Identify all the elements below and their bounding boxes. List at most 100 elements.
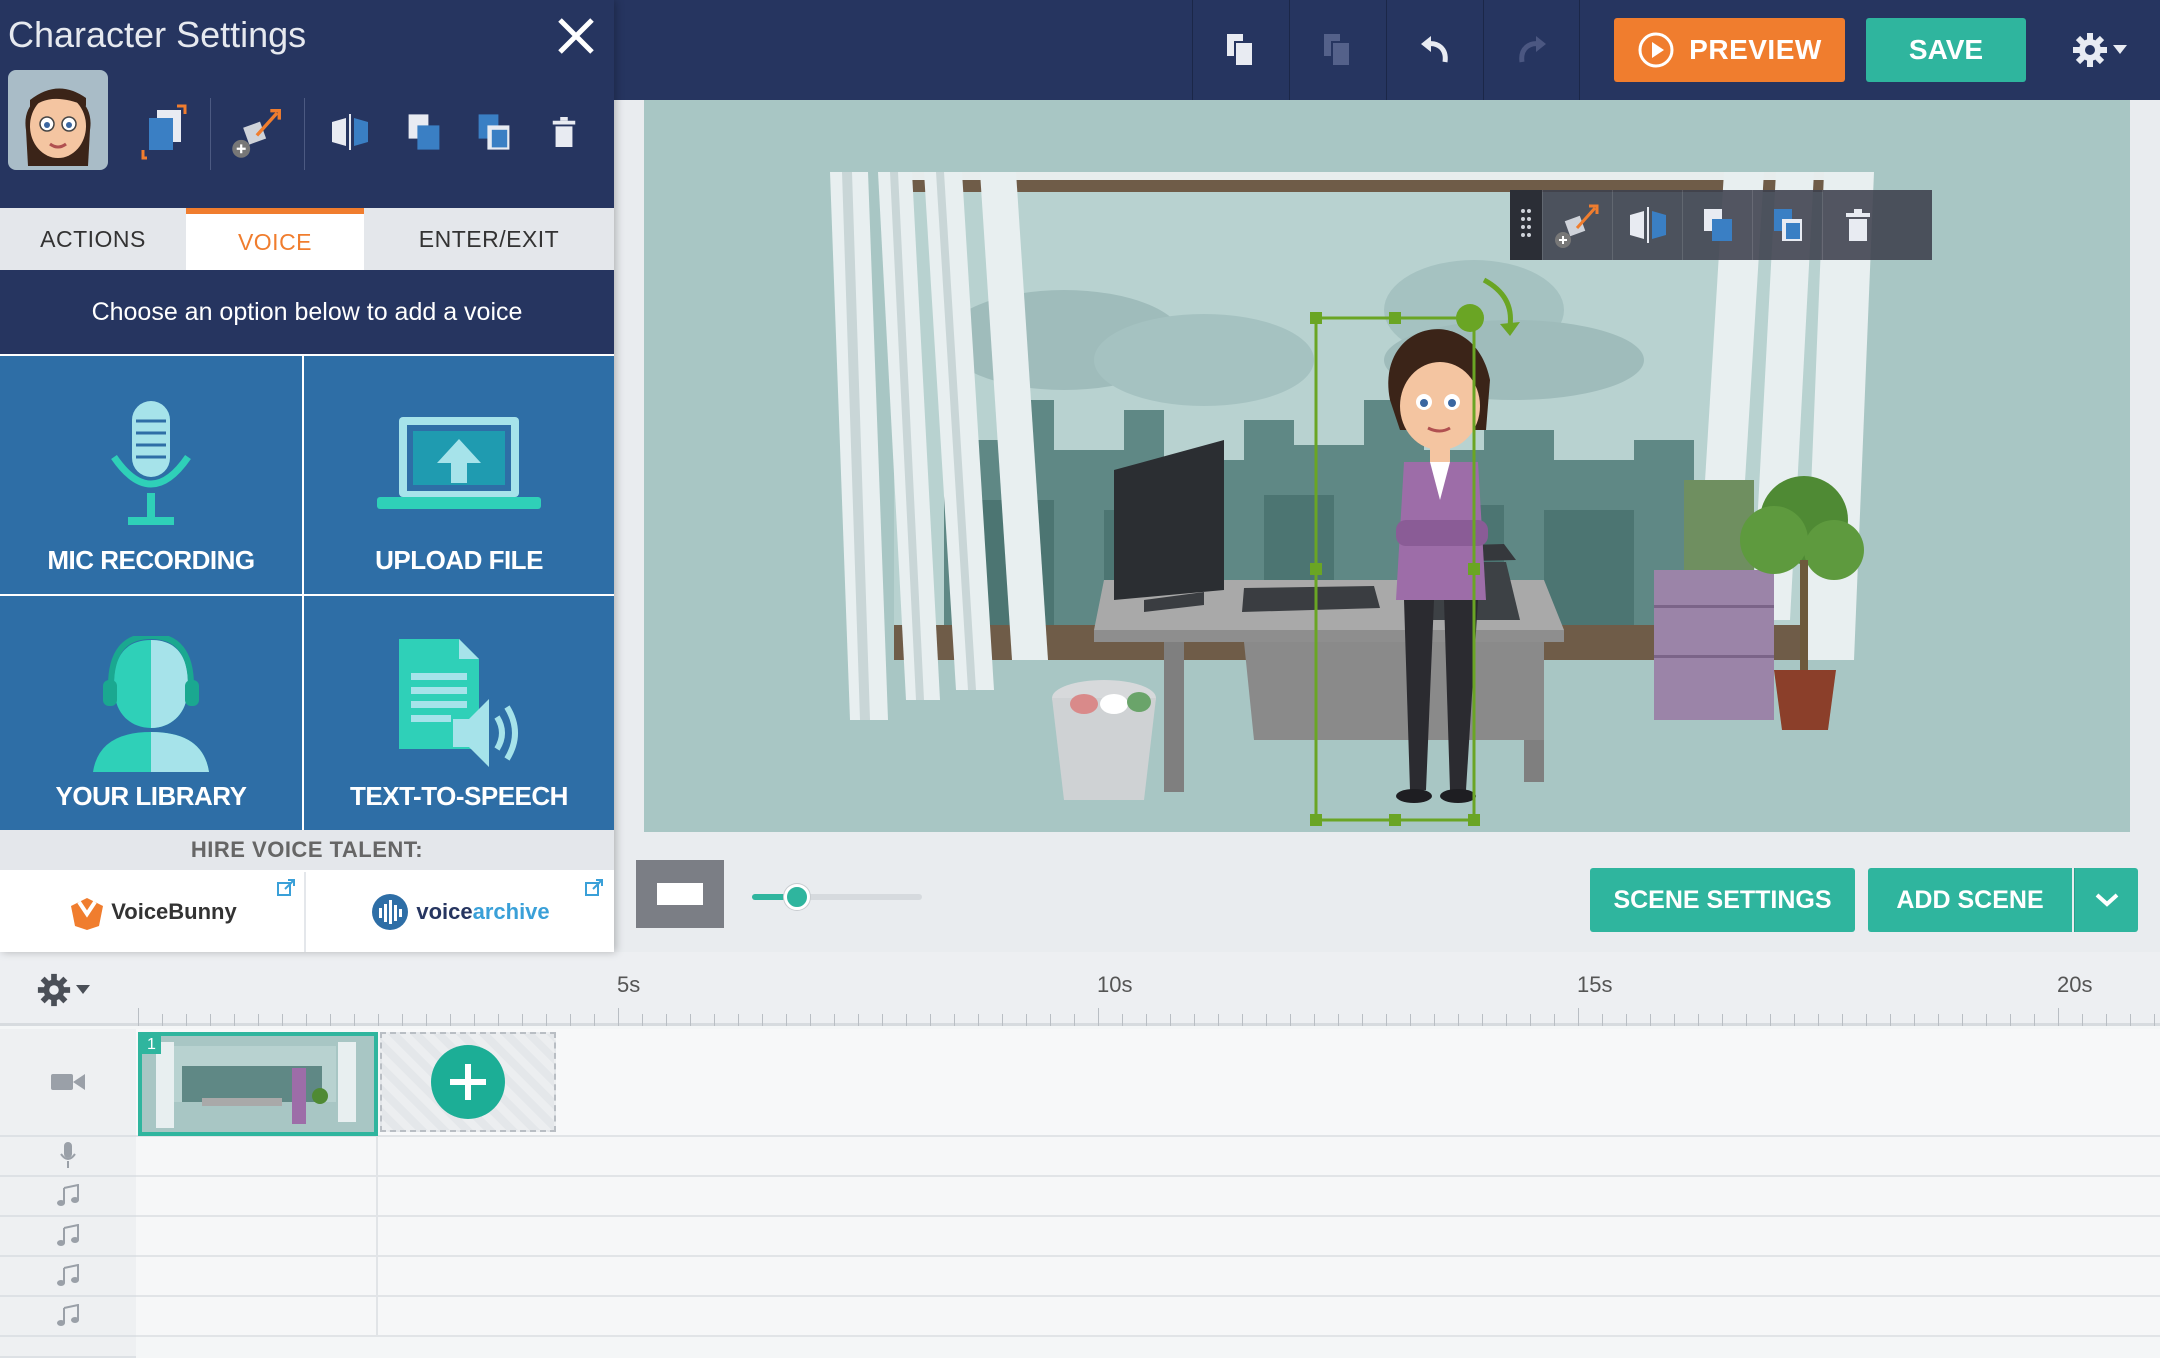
grip-dots-icon [1521, 209, 1531, 237]
voicebunny-logo-icon [71, 898, 104, 930]
add-scene-button[interactable]: ADD SCENE [1868, 868, 2072, 932]
ruler-tick [1314, 1014, 1315, 1026]
ruler-tick [1890, 1014, 1891, 1026]
upload-file-label: UPLOAD FILE [375, 545, 543, 575]
preview-button[interactable]: PREVIEW [1614, 18, 1845, 82]
track-row-music-1[interactable] [136, 1177, 2160, 1217]
ruler-tick [1170, 1014, 1171, 1026]
ruler-tick [234, 1014, 235, 1026]
add-scene-dropdown-button[interactable] [2074, 868, 2138, 932]
scene-divider [376, 1137, 378, 1337]
tab-actions[interactable]: ACTIONS [0, 208, 186, 270]
ruler-tick [354, 1014, 355, 1026]
ruler-tick [1194, 1014, 1195, 1026]
upload-file-tile[interactable]: UPLOAD FILE [304, 356, 614, 594]
ruler-tick [186, 1014, 187, 1026]
tab-enter-exit[interactable]: ENTER/EXIT [364, 208, 614, 270]
layer-forward-icon [1703, 209, 1732, 241]
scene-thumbnail-1[interactable]: 1 [138, 1032, 378, 1136]
zoom-slider-handle[interactable] [784, 884, 810, 910]
bring-forward-button[interactable] [392, 100, 456, 164]
track-row-voice[interactable] [136, 1137, 2160, 1177]
voicearchive-link[interactable]: voicearchive [306, 872, 614, 952]
voicebunny-link[interactable]: VoiceBunny [0, 872, 304, 952]
ruler-tick [1842, 1014, 1843, 1026]
close-icon[interactable] [552, 12, 600, 60]
track-row-music-2[interactable] [136, 1217, 2160, 1257]
resize-arrow-icon [1554, 204, 1598, 248]
track-row-music-3[interactable] [136, 1257, 2160, 1297]
ruler-tick [1722, 1014, 1723, 1026]
character-avatar[interactable] [8, 70, 108, 170]
panel-tabs: ACTIONS VOICE ENTER/EXIT [0, 208, 614, 270]
caret-down-icon [2113, 45, 2127, 54]
settings-menu-button[interactable] [2064, 24, 2134, 76]
object-delete-button[interactable] [1822, 190, 1892, 260]
ruler-tick [1554, 1014, 1555, 1026]
delete-button[interactable] [532, 100, 596, 164]
panel-title: Character Settings [8, 14, 307, 55]
ruler-tick [330, 1014, 331, 1026]
ruler-tick [906, 1014, 907, 1026]
object-toolbar [1510, 190, 1932, 260]
swap-character-button[interactable] [134, 100, 198, 164]
ruler-tick [594, 1014, 595, 1026]
timeline-settings-button[interactable] [36, 972, 90, 1008]
ruler-tick [1410, 1014, 1411, 1026]
external-link-icon[interactable] [584, 878, 604, 898]
timeline-ruler[interactable] [0, 952, 2160, 1026]
redo-icon [1518, 36, 1546, 63]
ruler-tick [1482, 1014, 1483, 1026]
ruler-tick [882, 1014, 883, 1026]
ruler-tick [930, 1014, 931, 1026]
object-send-back-button[interactable] [1752, 190, 1822, 260]
ruler-tick [2154, 1014, 2155, 1026]
voicearchive-name-part-b: archive [472, 899, 550, 924]
hire-voice-talent-label: HIRE VOICE TALENT: [0, 830, 614, 870]
object-bring-forward-button[interactable] [1682, 190, 1752, 260]
undo-button[interactable] [1386, 0, 1483, 100]
scene-thumbnail-image [142, 1036, 374, 1132]
trash-icon [552, 117, 576, 147]
document-speaker-icon [399, 638, 518, 767]
separator [304, 98, 305, 170]
text-to-speech-tile[interactable]: TEXT-TO-SPEECH [304, 596, 614, 830]
ruler-label-5s: 5s [617, 972, 641, 997]
save-button[interactable]: SAVE [1866, 18, 2026, 82]
ruler-tick [1098, 1008, 1099, 1026]
ruler-tick [1866, 1014, 1867, 1026]
layer-backward-icon [478, 114, 510, 150]
ruler-tick [714, 1014, 715, 1026]
paste-button[interactable] [1289, 0, 1386, 100]
tab-voice[interactable]: VOICE [186, 208, 364, 270]
copy-button[interactable] [1192, 0, 1289, 100]
your-library-tile[interactable]: YOUR LIBRARY [0, 596, 302, 830]
mic-recording-tile[interactable]: MIC RECORDING [0, 356, 302, 594]
voice-prompt: Choose an option below to add a voice [0, 270, 614, 354]
add-scene-circle-button[interactable] [431, 1045, 505, 1119]
send-back-button[interactable] [462, 100, 526, 164]
track-row-music-4[interactable] [136, 1297, 2160, 1337]
ruler-tick [1962, 1014, 1963, 1026]
gear-icon [37, 973, 71, 1007]
object-flip-button[interactable] [1612, 190, 1682, 260]
ruler-tick [306, 1014, 307, 1026]
external-link-icon[interactable] [276, 878, 296, 898]
flip-button[interactable] [318, 100, 382, 164]
add-scene-slot[interactable] [380, 1032, 556, 1132]
ruler-tick [546, 1014, 547, 1026]
ruler-tick [2130, 1014, 2131, 1026]
ruler-tick [1074, 1014, 1075, 1026]
undo-icon [1421, 36, 1448, 63]
mic-recording-label: MIC RECORDING [47, 545, 255, 575]
drag-handle[interactable] [1510, 190, 1542, 260]
camera-frame-toggle[interactable] [636, 860, 724, 928]
scene-settings-button[interactable]: SCENE SETTINGS [1590, 868, 1855, 932]
ruler-tick [738, 1014, 739, 1026]
redo-button[interactable] [1483, 0, 1580, 100]
resize-button[interactable] [226, 100, 290, 164]
ruler-tick [1602, 1014, 1603, 1026]
music-note-icon [57, 1304, 79, 1326]
layer-backward-icon [1773, 209, 1802, 241]
object-resize-button[interactable] [1542, 190, 1612, 260]
